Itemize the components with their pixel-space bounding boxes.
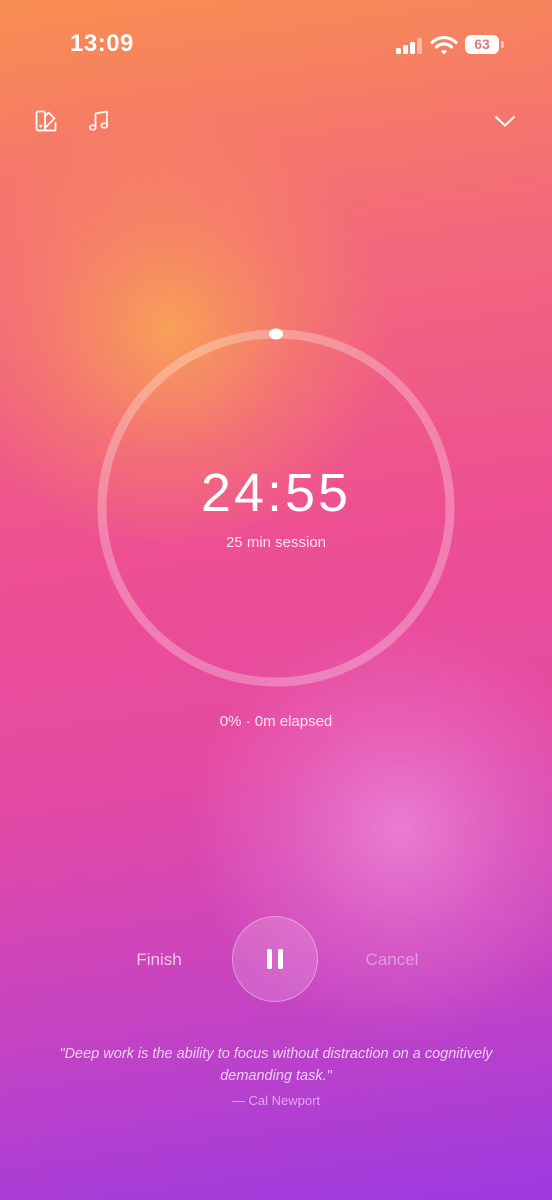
session-label: 25 min session: [225, 534, 327, 551]
finish-button[interactable]: Finish: [118, 946, 200, 974]
wifi-icon: [430, 35, 458, 55]
progress-text: 0% · 0m elapsed: [219, 713, 333, 730]
collapse-button[interactable]: [490, 106, 520, 136]
pause-button[interactable]: [232, 916, 318, 1002]
music-button[interactable]: [84, 106, 114, 136]
cancel-button[interactable]: Cancel: [350, 946, 434, 974]
quote-text: "Deep work is the ability to focus witho…: [59, 1046, 493, 1084]
chevron-down-icon: [495, 116, 515, 127]
cellular-signal-icon: [396, 38, 422, 54]
status-bar: 13:09 63: [0, 0, 552, 90]
battery-tip: [501, 41, 504, 48]
time-remaining: 24:55: [200, 463, 352, 523]
quote-author: — Cal Newport: [231, 1093, 321, 1108]
theme-palette-icon: [35, 110, 57, 132]
battery-icon: 63: [465, 35, 499, 54]
timer-ring-knob[interactable]: [269, 328, 283, 340]
music-note-icon: [89, 110, 109, 131]
status-time: 13:09: [70, 30, 134, 57]
focus-timer-screen: 13:09 63 24:55 25 min session 0% · 0m el…: [0, 0, 552, 1200]
theme-button[interactable]: [31, 106, 61, 136]
battery-level: 63: [474, 36, 490, 52]
